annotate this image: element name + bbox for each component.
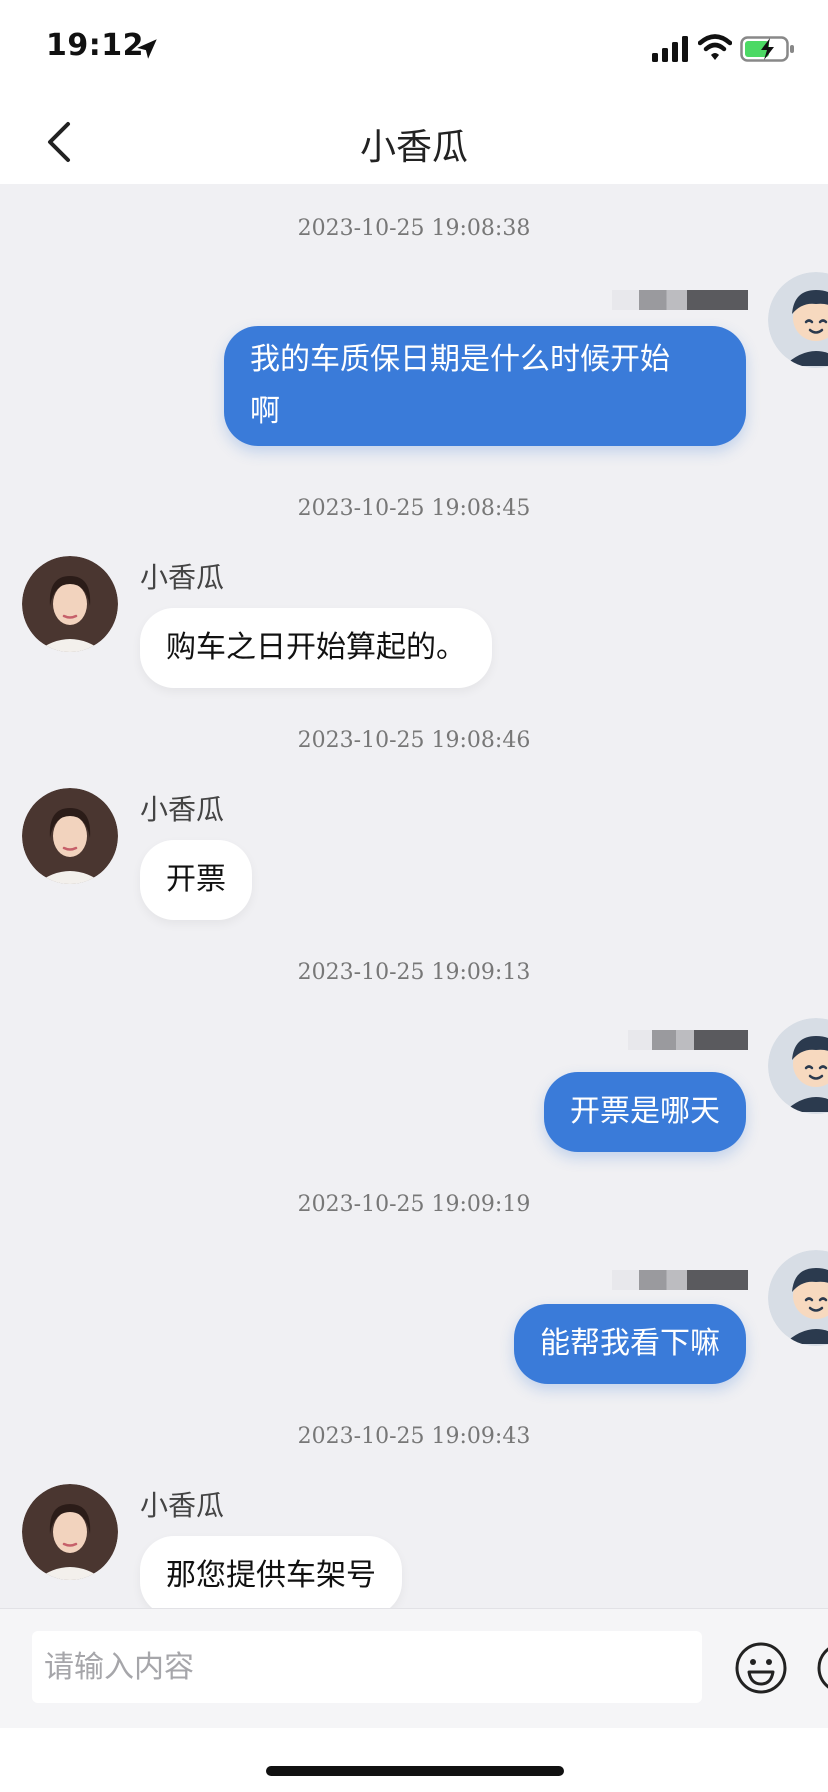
- message-text: 开票是哪天: [570, 1094, 720, 1129]
- user-avatar[interactable]: [768, 1018, 828, 1114]
- cellular-signal-icon: [652, 36, 688, 62]
- home-area: [0, 1728, 828, 1792]
- emoji-icon: [735, 1642, 787, 1694]
- sender-name: 小香瓜: [140, 561, 225, 594]
- contact-avatar[interactable]: [22, 556, 118, 652]
- outgoing-message-bubble[interactable]: 能帮我看下嘛: [514, 1304, 746, 1384]
- battery-charging-icon: [740, 36, 794, 62]
- emoji-button[interactable]: [734, 1641, 788, 1695]
- message-text-line: 我的车质保日期是什么时候开始: [250, 342, 670, 377]
- message-text: 能帮我看下嘛: [540, 1326, 720, 1361]
- contact-avatar[interactable]: [22, 788, 118, 884]
- add-icon: [817, 1647, 828, 1689]
- message-text: 开票: [166, 862, 226, 897]
- message-input[interactable]: [32, 1631, 702, 1703]
- page-title: 小香瓜: [359, 127, 468, 168]
- chat-messages[interactable]: 2023-10-25 19:08:38 我的车质保日期是什么时候开始 啊 202…: [0, 184, 828, 1608]
- location-arrow-icon: [137, 39, 157, 59]
- home-indicator[interactable]: [266, 1766, 564, 1776]
- message-text: 那您提供车架号: [166, 1558, 376, 1593]
- redacted-sender-name: [612, 290, 748, 310]
- status-time: 19:12: [46, 28, 144, 63]
- incoming-message-bubble[interactable]: 开票: [140, 840, 252, 920]
- wifi-icon: [698, 34, 732, 60]
- message-text: 购车之日开始算起的。: [166, 630, 466, 665]
- message-timestamp: 2023-10-25 19:09:43: [297, 1424, 531, 1449]
- message-text-line: 啊: [250, 394, 280, 429]
- message-timestamp: 2023-10-25 19:09:19: [297, 1192, 531, 1217]
- redacted-sender-name: [612, 1270, 748, 1290]
- message-timestamp: 2023-10-25 19:08:38: [297, 216, 531, 241]
- message-timestamp: 2023-10-25 19:09:13: [297, 960, 531, 985]
- sender-name: 小香瓜: [140, 793, 225, 826]
- incoming-message-bubble[interactable]: 那您提供车架号: [140, 1536, 402, 1608]
- status-bar: 19:12: [0, 0, 828, 100]
- user-avatar[interactable]: [768, 272, 828, 368]
- message-timestamp: 2023-10-25 19:08:45: [297, 496, 531, 521]
- outgoing-message-bubble[interactable]: 开票是哪天: [544, 1072, 746, 1152]
- redacted-sender-name: [628, 1030, 748, 1050]
- contact-avatar[interactable]: [22, 1484, 118, 1580]
- input-bar: [0, 1608, 828, 1728]
- message-timestamp: 2023-10-25 19:08:46: [297, 728, 531, 753]
- sender-name: 小香瓜: [140, 1489, 225, 1522]
- user-avatar[interactable]: [768, 1250, 828, 1346]
- outgoing-message-bubble[interactable]: 我的车质保日期是什么时候开始 啊: [224, 326, 746, 446]
- nav-bar: 小香瓜: [0, 100, 828, 184]
- more-button[interactable]: [816, 1641, 828, 1695]
- incoming-message-bubble[interactable]: 购车之日开始算起的。: [140, 608, 492, 688]
